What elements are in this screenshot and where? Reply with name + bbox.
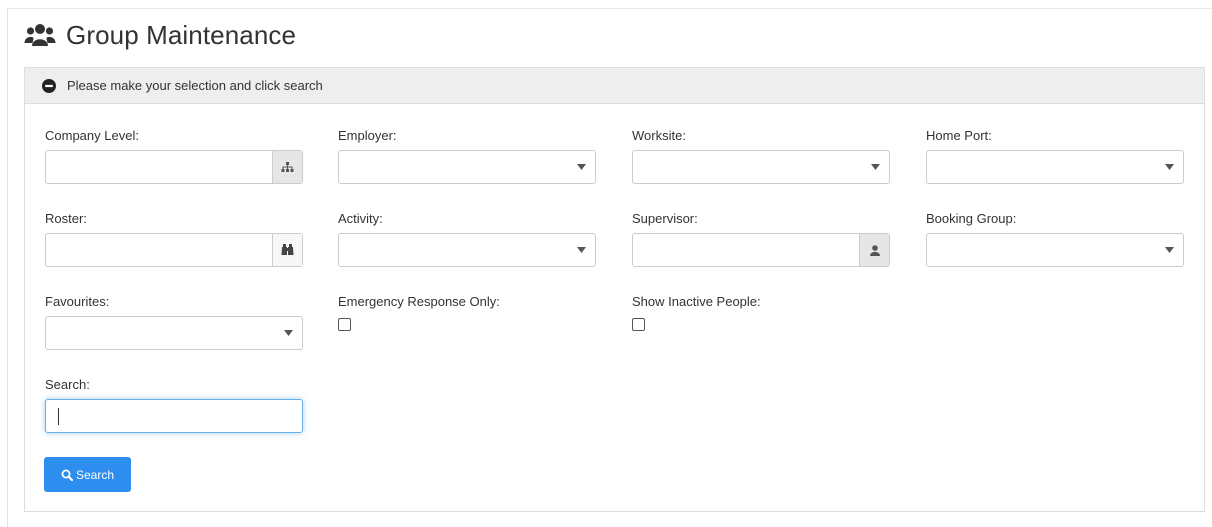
booking-group-value (927, 234, 1155, 266)
roster-label: Roster: (45, 211, 87, 226)
minus-circle-icon[interactable] (42, 78, 56, 93)
caret-down-icon (283, 330, 293, 336)
worksite-caret[interactable] (861, 151, 889, 183)
sitemap-icon (281, 161, 294, 172)
employer-label: Employer: (338, 128, 397, 143)
show-inactive-label: Show Inactive People: (632, 294, 761, 309)
employer-caret[interactable] (567, 151, 595, 183)
roster-value (46, 234, 272, 266)
search-input[interactable] (45, 399, 303, 433)
favourites-caret[interactable] (274, 317, 302, 349)
caret-down-icon (1164, 164, 1174, 170)
home-port-select[interactable] (926, 150, 1184, 184)
activity-caret[interactable] (567, 234, 595, 266)
supervisor-input[interactable] (632, 233, 890, 267)
company-level-value (46, 151, 272, 183)
page-border-top (7, 8, 1212, 9)
binoculars-icon (281, 244, 294, 255)
favourites-select[interactable] (45, 316, 303, 350)
supervisor-value (633, 234, 859, 266)
search-icon (61, 469, 73, 481)
supervisor-label: Supervisor: (632, 211, 698, 226)
booking-group-caret[interactable] (1155, 234, 1183, 266)
emergency-response-label: Emergency Response Only: (338, 294, 500, 309)
worksite-value (633, 151, 861, 183)
supervisor-addon[interactable] (859, 234, 889, 266)
home-port-label: Home Port: (926, 128, 992, 143)
search-button-label: Search (75, 467, 115, 482)
search-button[interactable]: Search (44, 457, 131, 492)
booking-group-label: Booking Group: (926, 211, 1017, 226)
home-port-value (927, 151, 1155, 183)
emergency-response-checkbox[interactable] (338, 318, 351, 331)
employer-value (339, 151, 567, 183)
show-inactive-checkbox[interactable] (632, 318, 645, 331)
users-icon (24, 24, 56, 46)
page-title: Group Maintenance (66, 19, 297, 50)
caret-down-icon (870, 164, 880, 170)
page-header: Group Maintenance (24, 18, 296, 52)
activity-label: Activity: (338, 211, 383, 226)
user-icon (869, 244, 880, 256)
worksite-select[interactable] (632, 150, 890, 184)
company-level-addon[interactable] (272, 151, 302, 183)
favourites-value (46, 317, 274, 349)
caret-down-icon (576, 164, 586, 170)
company-level-input[interactable] (45, 150, 303, 184)
panel-heading-text: Please make your selection and click sea… (67, 78, 323, 93)
favourites-label: Favourites: (45, 294, 110, 309)
booking-group-select[interactable] (926, 233, 1184, 267)
activity-value (339, 234, 567, 266)
company-level-label: Company Level: (45, 128, 139, 143)
search-label: Search: (45, 377, 90, 392)
worksite-label: Worksite: (632, 128, 686, 143)
caret-down-icon (576, 247, 586, 253)
roster-addon[interactable] (272, 234, 302, 266)
search-panel: Please make your selection and click sea… (24, 67, 1205, 512)
caret-down-icon (1164, 247, 1174, 253)
text-cursor (58, 408, 59, 425)
panel-heading[interactable]: Please make your selection and click sea… (25, 68, 1204, 104)
home-port-caret[interactable] (1155, 151, 1183, 183)
activity-select[interactable] (338, 233, 596, 267)
roster-input[interactable] (45, 233, 303, 267)
employer-select[interactable] (338, 150, 596, 184)
page-border-left (7, 8, 8, 527)
